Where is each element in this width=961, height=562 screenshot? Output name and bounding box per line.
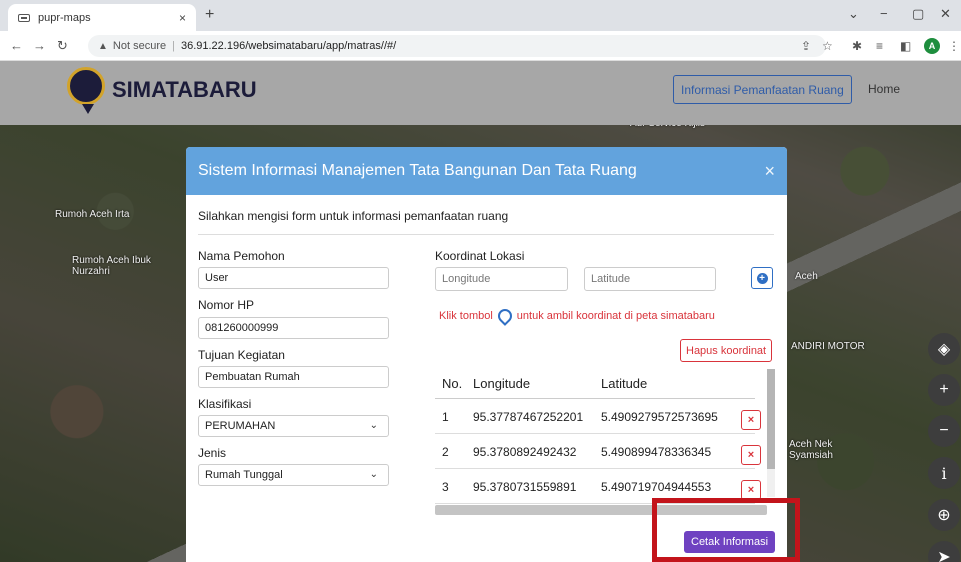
reload-icon[interactable]: ↻ [57, 38, 68, 54]
divider [198, 234, 774, 235]
nama-label: Nama Pemohon [198, 249, 285, 263]
info-icon[interactable]: i [928, 457, 960, 489]
side-panel-icon[interactable]: ◧ [900, 39, 911, 53]
hint-prefix: Klik tombol [439, 310, 493, 322]
map-label: Rumoh Aceh Irta [55, 209, 130, 220]
row-latitude: 5.490719704944553 [601, 480, 712, 494]
forward-icon[interactable]: → [33, 38, 46, 53]
tab-close-icon[interactable]: × [179, 11, 186, 25]
browser-tabbar: pupr-maps × + ⌄ − ▢ ✕ [0, 0, 961, 31]
nama-input[interactable]: User [198, 267, 389, 289]
table-row: 2 95.3780892492432 5.490899478336345 × [435, 434, 761, 469]
row-latitude: 5.490899478336345 [601, 445, 712, 459]
tab-title: pupr-maps [38, 11, 91, 24]
row-latitude: 5.4909279572573695 [601, 410, 718, 424]
warning-icon: ▲ [98, 40, 108, 52]
row-no: 1 [442, 410, 449, 424]
tujuan-label: Tujuan Kegiatan [198, 348, 285, 362]
site-navbar: SIMATABARU Informasi Pemanfaatan Ruang H… [0, 61, 961, 125]
table-row: 1 95.37787467252201 5.4909279572573695 × [435, 399, 761, 434]
map-pin-icon [494, 306, 515, 326]
chevron-down-icon: ⌄ [369, 420, 378, 431]
add-coordinate-button[interactable]: + [751, 267, 773, 289]
jenis-select[interactable]: Rumah Tunggal ⌄ [198, 464, 389, 486]
more-menu-icon[interactable]: ⋮ [948, 39, 960, 53]
new-tab-button[interactable]: + [205, 6, 214, 24]
hp-label: Nomor HP [198, 298, 255, 312]
table-vertical-scrollbar[interactable] [767, 369, 775, 497]
klasifikasi-select[interactable]: PERUMAHAN ⌄ [198, 415, 389, 437]
delete-row-button[interactable]: × [741, 445, 761, 465]
brand-name[interactable]: SIMATABARU [112, 77, 257, 103]
simatabaru-logo [67, 67, 105, 114]
klasifikasi-value: PERUMAHAN [205, 420, 276, 432]
hapus-koordinat-button[interactable]: Hapus koordinat [680, 339, 773, 362]
tujuan-input[interactable]: Pembuatan Rumah [198, 366, 389, 388]
modal-intro: Silahkan mengisi form untuk informasi pe… [198, 209, 509, 223]
profile-avatar[interactable]: A [924, 38, 940, 54]
share-icon[interactable]: ⇪ [801, 39, 811, 53]
chevron-down-icon: ⌄ [369, 469, 378, 480]
coordinate-hint: Klik tombol untuk ambil koordinat di pet… [439, 306, 715, 326]
page: Rumoh Aceh Irta Rumoh Aceh Ibuk Nurzahri… [0, 61, 961, 562]
minimize-icon[interactable]: − [880, 6, 888, 21]
reading-list-icon[interactable]: ≡ [876, 39, 883, 53]
row-longitude: 95.3780731559891 [473, 480, 577, 494]
url-text: 36.91.22.196/websimatabaru/app/matras//#… [180, 40, 397, 52]
window-close-icon[interactable]: ✕ [940, 6, 951, 22]
map-label: ANDIRI MOTOR [791, 341, 865, 352]
map-label: Aceh Nek Syamsiah [789, 439, 833, 461]
row-no: 2 [442, 445, 449, 459]
home-link[interactable]: Home [868, 82, 900, 96]
globe-icon[interactable]: ⊕ [928, 499, 960, 531]
row-longitude: 95.37787467252201 [473, 410, 584, 424]
delete-row-button[interactable]: × [741, 410, 761, 430]
header-no: No. [442, 376, 463, 391]
url-separator: | [172, 40, 175, 52]
modal-title: Sistem Informasi Manajemen Tata Bangunan… [198, 162, 637, 179]
url-input[interactable]: ▲ Not secure | 36.91.22.196/websimatabar… [88, 35, 826, 57]
address-bar: ← → ↻ ▲ Not secure | 36.91.22.196/websim… [0, 31, 961, 61]
table-header: No. Longitude Latitude [435, 369, 755, 399]
jenis-value: Rumah Tunggal [205, 469, 283, 481]
favicon-icon [18, 13, 30, 22]
zoom-in-icon[interactable]: + [928, 374, 960, 406]
hp-input[interactable]: 081260000999 [198, 317, 389, 339]
row-no: 3 [442, 480, 449, 494]
modal-header: Sistem Informasi Manajemen Tata Bangunan… [186, 147, 787, 195]
header-latitude: Latitude [601, 376, 648, 391]
delete-row-button[interactable]: × [741, 480, 761, 500]
map-label: Aceh [795, 271, 818, 282]
longitude-input[interactable]: Longitude [435, 267, 568, 291]
hint-suffix: untuk ambil koordinat di peta simatabaru [516, 310, 715, 322]
layers-icon[interactable]: ◈ [928, 333, 960, 365]
klasifikasi-label: Klasifikasi [198, 397, 252, 411]
extensions-icon[interactable]: ✱ [852, 39, 862, 53]
map-label: Rumoh Aceh Ibuk Nurzahri [72, 255, 151, 277]
koordinat-label: Koordinat Lokasi [435, 249, 525, 263]
scrollbar-thumb[interactable] [767, 369, 775, 469]
row-longitude: 95.3780892492432 [473, 445, 577, 459]
header-longitude: Longitude [473, 376, 531, 391]
zoom-out-icon[interactable]: − [928, 415, 960, 447]
latitude-input[interactable]: Latitude [584, 267, 716, 291]
jenis-label: Jenis [198, 446, 227, 460]
modal-close-icon[interactable]: × [764, 161, 775, 182]
info-pemanfaatan-button[interactable]: Informasi Pemanfaatan Ruang [673, 75, 852, 104]
plus-circle-icon: + [756, 272, 768, 284]
coordinate-table: No. Longitude Latitude 1 95.377874672522… [435, 369, 767, 507]
bookmark-star-icon[interactable]: ☆ [822, 39, 833, 53]
browser-tab[interactable]: pupr-maps × [8, 4, 196, 31]
security-label: Not secure [112, 40, 167, 52]
tab-search-icon[interactable]: ⌄ [848, 6, 859, 22]
back-icon[interactable]: ← [10, 38, 23, 53]
maximize-icon[interactable]: ▢ [912, 6, 924, 22]
highlight-box [652, 498, 800, 562]
